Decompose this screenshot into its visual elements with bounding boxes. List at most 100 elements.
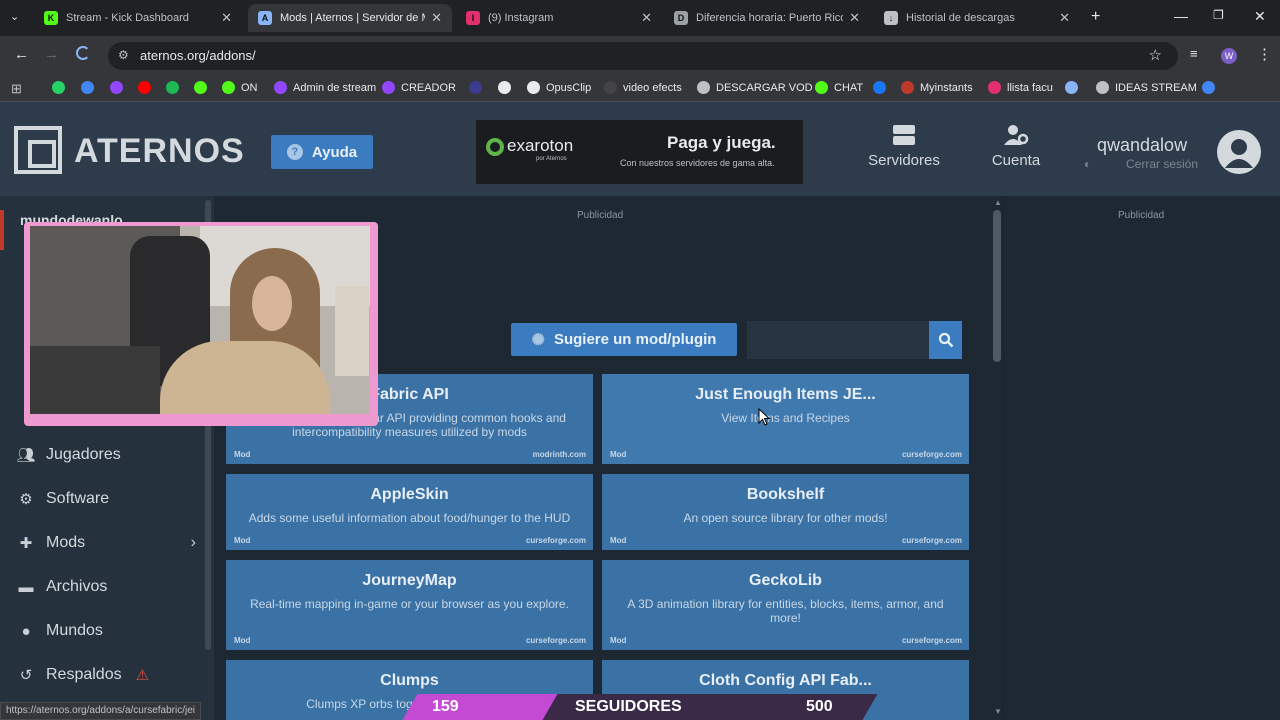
omnibox[interactable]: ⚙ aternos.org/addons/ ☆ xyxy=(108,42,1178,70)
suggest-mod-button[interactable]: ✺ Sugiere un mod/plugin xyxy=(511,323,737,356)
bookmark-star-icon[interactable]: ☆ xyxy=(1149,46,1162,64)
tab-close-icon[interactable]: ✕ xyxy=(221,10,232,26)
tab-search-icon[interactable]: ⌄ xyxy=(10,10,19,23)
mod-name: Just Enough Items JE... xyxy=(695,386,876,403)
help-button[interactable]: ? Ayuda xyxy=(271,135,373,169)
users-icon: 👥︎ xyxy=(16,447,36,464)
site-info-icon[interactable]: ⚙ xyxy=(118,48,129,62)
mod-name: GeckoLib xyxy=(749,572,822,589)
bookmark-item[interactable]: ON xyxy=(222,81,258,94)
media-control-icon[interactable]: ≡ xyxy=(1190,46,1198,61)
tab-title: Diferencia horaria: Puerto Rico xyxy=(696,12,844,24)
mod-search-input[interactable] xyxy=(747,321,929,359)
bookmark-item[interactable] xyxy=(469,81,488,94)
bookmark-item[interactable] xyxy=(110,81,129,94)
bookmark-item[interactable] xyxy=(1202,81,1221,94)
sidebar-item-respaldos[interactable]: ↺ Respaldos ⚠ xyxy=(16,666,149,684)
tab-favicon-icon: I xyxy=(466,11,480,25)
status-bar-url: https://aternos.org/addons/a/cursefabric… xyxy=(0,702,201,720)
url-text[interactable]: aternos.org/addons/ xyxy=(140,48,256,63)
webcam-pillow xyxy=(335,286,369,376)
bookmark-item[interactable]: CREADOR xyxy=(382,81,456,94)
logout-link[interactable]: Cerrar sesión xyxy=(1126,157,1198,171)
bookmark-label: ON xyxy=(241,81,258,94)
dark-mode-icon[interactable]: ◐ xyxy=(1084,157,1091,171)
scroll-up-icon[interactable]: ▲ xyxy=(994,198,1002,207)
bookmark-item[interactable]: video efects xyxy=(604,81,682,94)
bookmark-favicon-icon xyxy=(527,81,540,94)
sidebar-item-mods[interactable]: ✚ Mods › xyxy=(16,534,196,552)
bookmark-item[interactable] xyxy=(498,81,517,94)
tab-favicon-icon: ↓ xyxy=(884,11,898,25)
site-logo-text[interactable]: ATERNOS xyxy=(74,132,245,171)
browser-tab[interactable]: A Mods | Aternos | Servidor de Mi ✕ xyxy=(248,4,452,32)
search-button[interactable] xyxy=(929,321,962,359)
sidebar-item-jugadores[interactable]: 👥︎ Jugadores xyxy=(16,446,120,464)
mod-type: Mod xyxy=(234,636,251,645)
bookmark-item[interactable] xyxy=(1065,81,1084,94)
tab-close-icon[interactable]: ✕ xyxy=(849,10,860,26)
main-scrollbar-thumb[interactable] xyxy=(993,210,1001,362)
apps-grid-icon[interactable]: ⊞ xyxy=(11,81,22,97)
tab-close-icon[interactable]: ✕ xyxy=(641,10,652,26)
mod-description: Real-time mapping in-game or your browse… xyxy=(250,597,569,611)
bookmark-item[interactable]: OpusClip xyxy=(527,81,591,94)
bookmark-favicon-icon xyxy=(604,81,617,94)
bookmark-item[interactable] xyxy=(138,81,157,94)
bookmark-label: DESCARGAR VOD xyxy=(716,81,813,94)
mod-source: curseforge.com xyxy=(901,536,962,545)
sidebar-item-archivos[interactable]: ▬ Archivos xyxy=(16,578,108,596)
forward-icon[interactable]: → xyxy=(44,46,59,63)
ad-headline: Paga y juega. xyxy=(667,133,776,152)
server-icon xyxy=(893,125,915,145)
loading-icon[interactable] xyxy=(76,46,90,60)
scroll-down-icon[interactable]: ▼ xyxy=(994,707,1002,716)
minimize-icon[interactable]: — xyxy=(1174,8,1188,24)
bookmark-favicon-icon xyxy=(222,81,235,94)
sidebar-item-software[interactable]: ⚙ Software xyxy=(16,490,109,508)
bookmark-item[interactable] xyxy=(52,81,71,94)
browser-tab[interactable]: ↓ Historial de descargas ✕ xyxy=(874,4,1080,32)
mod-card[interactable]: AppleSkin Adds some useful information a… xyxy=(226,474,593,550)
exaroton-ad-banner[interactable]: exaroton por Aternos Paga y juega. Con n… xyxy=(476,120,803,184)
bookmark-label: OpusClip xyxy=(546,81,592,94)
browser-tab[interactable]: I (9) Instagram ✕ xyxy=(456,4,662,32)
tab-close-icon[interactable]: ✕ xyxy=(431,10,442,26)
new-tab-button[interactable]: + xyxy=(1091,8,1100,26)
mod-card[interactable]: JourneyMap Real-time mapping in-game or … xyxy=(226,560,593,650)
bookmark-favicon-icon xyxy=(81,81,94,94)
bookmark-item[interactable]: Myinstants xyxy=(901,81,973,94)
nav-servers[interactable]: Servidores xyxy=(866,124,942,169)
back-icon[interactable]: ← xyxy=(14,46,29,63)
mod-description: View Items and Recipes xyxy=(721,411,850,425)
mod-name: AppleSkin xyxy=(370,486,449,503)
tab-close-icon[interactable]: ✕ xyxy=(1059,10,1070,26)
bookmark-item[interactable]: CHAT xyxy=(815,81,863,94)
browser-tab[interactable]: K Stream - Kick Dashboard ✕ xyxy=(34,4,242,32)
bookmark-item[interactable] xyxy=(166,81,185,94)
profile-avatar[interactable]: W xyxy=(1221,48,1237,64)
bookmark-item[interactable]: llista facu xyxy=(988,81,1053,94)
bookmark-item[interactable]: DESCARGAR VOD xyxy=(697,81,813,94)
mod-card[interactable]: Just Enough Items JE... View Items and R… xyxy=(602,374,969,464)
globe-icon: ● xyxy=(21,622,31,640)
mod-card[interactable]: GeckoLib A 3D animation library for enti… xyxy=(602,560,969,650)
maximize-icon[interactable]: ❐ xyxy=(1213,8,1224,22)
bookmark-label: IDEAS STREAM xyxy=(1115,81,1197,94)
bookmark-label: video efects xyxy=(623,81,682,94)
browser-tab[interactable]: D Diferencia horaria: Puerto Rico ✕ xyxy=(664,4,870,32)
nav-account[interactable]: Cuenta xyxy=(985,124,1047,169)
user-avatar[interactable] xyxy=(1217,130,1261,174)
bookmark-item[interactable] xyxy=(194,81,213,94)
aternos-logo-icon[interactable] xyxy=(14,126,62,174)
bookmark-item[interactable] xyxy=(873,81,892,94)
bookmark-item[interactable]: Admin de stream xyxy=(274,81,376,94)
bookmark-item[interactable]: IDEAS STREAM xyxy=(1096,81,1197,94)
menu-icon[interactable]: ⋮ xyxy=(1257,45,1272,63)
bookmark-label: CREADOR xyxy=(401,81,457,94)
mod-card[interactable]: Bookshelf An open source library for oth… xyxy=(602,474,969,550)
tab-title: Historial de descargas xyxy=(906,12,1015,24)
close-window-icon[interactable]: ✕ xyxy=(1254,8,1266,25)
bookmark-item[interactable] xyxy=(81,81,100,94)
sidebar-item-mundos[interactable]: ● Mundos xyxy=(16,622,102,640)
